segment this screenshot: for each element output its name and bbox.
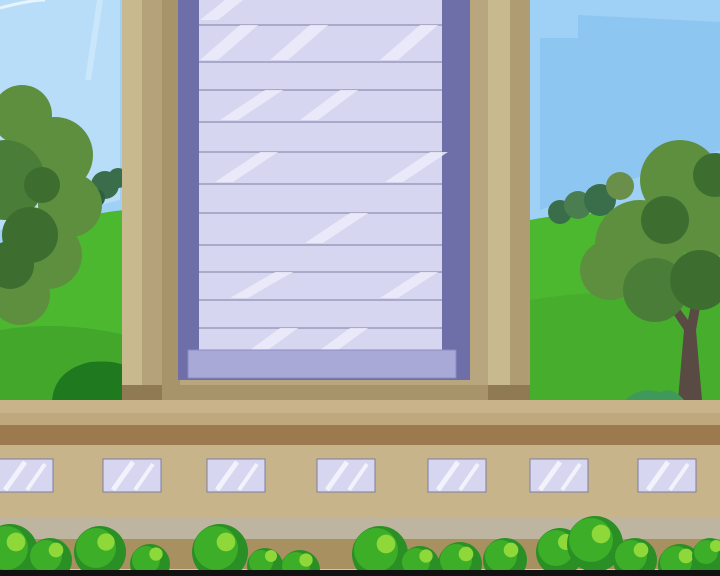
hedge-leaf-light bbox=[633, 542, 649, 558]
hedge-leaf-light bbox=[149, 547, 163, 561]
pillar-base-center bbox=[162, 385, 488, 400]
ledge-top-line bbox=[0, 413, 720, 425]
hedge-leaf-light bbox=[458, 546, 474, 562]
hedge-leaf-light bbox=[48, 542, 64, 558]
ground-strip bbox=[0, 570, 720, 576]
pillar-base-left bbox=[122, 385, 162, 400]
basement-window bbox=[206, 458, 266, 493]
basement-window bbox=[529, 458, 589, 493]
hedge-leaf-light bbox=[216, 532, 236, 552]
sliding-glass-door[interactable] bbox=[178, 0, 470, 380]
hedge-leaf-light bbox=[376, 534, 396, 554]
pillar-outer-right-shade bbox=[510, 0, 530, 400]
hedge-leaf-light bbox=[419, 549, 433, 563]
basement-window bbox=[637, 458, 697, 493]
ledge-band bbox=[0, 425, 720, 445]
hedge-leaf-light bbox=[6, 532, 26, 552]
hedge-leaf-light bbox=[678, 548, 694, 564]
pillar-outer-left-shade bbox=[142, 0, 162, 400]
hedge-leaf-light bbox=[97, 533, 115, 551]
basement-window bbox=[102, 458, 162, 493]
pillar-inner-face bbox=[162, 0, 180, 385]
pillar-base-right bbox=[488, 385, 530, 400]
basement-window bbox=[427, 458, 487, 493]
door-sill bbox=[187, 349, 457, 379]
hedge-leaf-light bbox=[265, 550, 277, 562]
ledge-top bbox=[0, 400, 720, 414]
basement-window bbox=[316, 458, 376, 493]
game-scene bbox=[0, 0, 720, 576]
basement-window bbox=[0, 458, 54, 493]
hedge-leaf-light bbox=[591, 524, 611, 544]
hedge-leaf-light bbox=[299, 553, 313, 567]
hedge-leaf-light bbox=[503, 542, 519, 558]
